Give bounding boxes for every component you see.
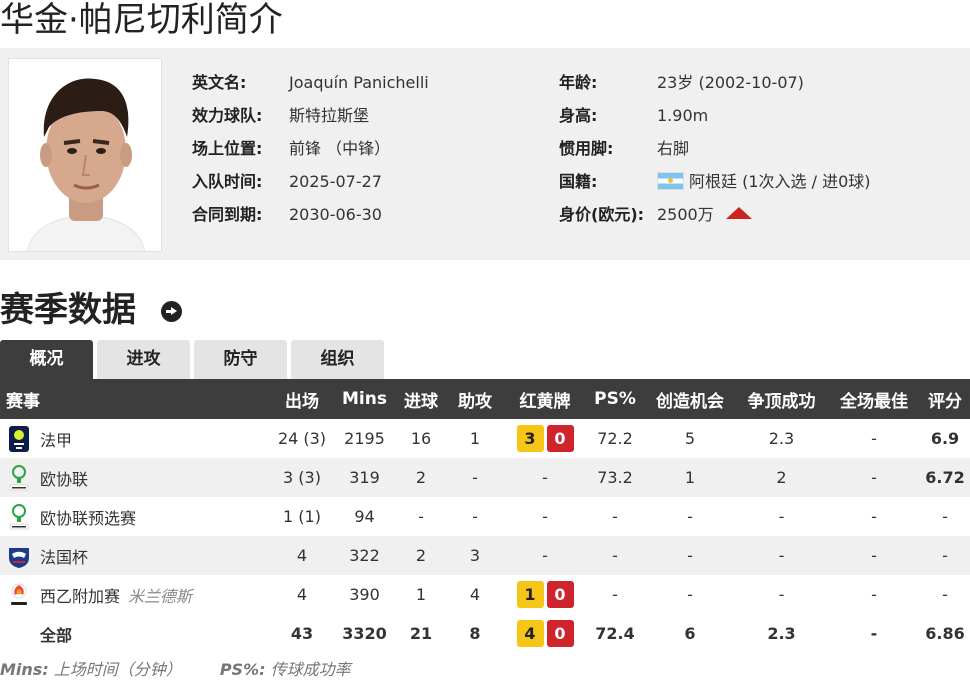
competition-link[interactable]: 欧协联	[40, 470, 88, 489]
col-header-chances-created[interactable]: 创造机会	[645, 379, 735, 419]
table-row: 欧协联预选赛 1 (1) 94 - - - - - - - -	[0, 497, 970, 536]
argentina-flag-icon	[657, 172, 684, 190]
red-card-count: 0	[546, 581, 574, 608]
table-footnote: Mins: 上场时间（分钟） PS%: 传球成功率	[0, 660, 351, 679]
player-photo	[8, 58, 162, 252]
info-team: 效力球队: 斯特拉斯堡	[192, 105, 370, 127]
info-english-name: 英文名: Joaquín Panichelli	[192, 73, 429, 92]
col-header-rating[interactable]: 评分	[920, 379, 970, 419]
arrow-right-circle-icon[interactable]	[161, 301, 182, 322]
table-header-row: 赛事 出场 Mins 进球 助攻 红黄牌 PS% 创造机会 争顶成功 全场最佳 …	[0, 379, 970, 419]
col-header-goals[interactable]: 进球	[397, 379, 445, 419]
laliga-logo-icon	[11, 583, 27, 605]
coupe-de-france-logo-icon	[9, 547, 29, 568]
nationality-link[interactable]: 阿根廷 (1次入选 / 进0球)	[689, 171, 871, 193]
ligue1-logo-icon	[9, 425, 29, 452]
info-height: 身高: 1.90m	[559, 106, 709, 125]
table-row: 欧协联 3 (3) 319 2 - - 73.2 1 2 - 6.72	[0, 458, 970, 497]
competition-link[interactable]: 欧协联预选赛	[40, 509, 136, 528]
tab-defense[interactable]: 防守	[194, 340, 287, 379]
info-preferred-foot: 惯用脚: 右脚	[559, 139, 690, 158]
tab-overview[interactable]: 概况	[0, 340, 93, 379]
col-header-assists[interactable]: 助攻	[445, 379, 505, 419]
rating-value: 6.86	[925, 624, 965, 643]
season-stats-table: 赛事 出场 Mins 进球 助攻 红黄牌 PS% 创造机会 争顶成功 全场最佳 …	[0, 379, 970, 653]
yellow-card-count: 3	[516, 425, 544, 452]
up-arrow-icon	[725, 207, 752, 219]
table-total-row: 全部 43 3320 21 8 40 72.4 6 2.3 - 6.86	[0, 614, 970, 653]
col-header-pass-success[interactable]: PS%	[585, 379, 645, 419]
col-header-apps[interactable]: 出场	[272, 379, 332, 419]
info-position: 场上位置: 前锋 （中锋）	[192, 139, 391, 158]
col-header-competition[interactable]: 赛事	[0, 379, 272, 419]
europa-conference-logo-icon	[9, 503, 29, 529]
competition-link[interactable]: 西乙附加赛	[40, 587, 120, 606]
competition-link[interactable]: 法甲	[40, 431, 72, 450]
col-header-cards[interactable]: 红黄牌	[505, 379, 585, 419]
europa-conference-logo-icon	[9, 464, 29, 490]
table-row: 法国杯 4 322 2 3 - - - - - -	[0, 536, 970, 575]
yellow-card-count: 4	[516, 620, 544, 647]
section-title: 赛季数据	[0, 290, 136, 330]
tab-organization[interactable]: 组织	[291, 340, 384, 379]
rating-value: 6.9	[930, 429, 960, 448]
info-market-value: 身价(欧元): 2500万	[559, 204, 752, 226]
player-profile-card: 英文名: Joaquín Panichelli 效力球队: 斯特拉斯堡 场上位置: 前…	[0, 48, 970, 260]
info-nationality: 国籍: 阿根廷 (1次入选 / 进0球)	[559, 171, 871, 193]
red-card-count: 0	[546, 620, 574, 647]
red-card-count: 0	[546, 425, 574, 452]
tab-attack[interactable]: 进攻	[97, 340, 190, 379]
col-header-motm[interactable]: 全场最佳	[828, 379, 920, 419]
loan-club-note[interactable]: 米兰德斯	[128, 587, 192, 606]
rating-value: 6.72	[920, 458, 970, 497]
col-header-mins[interactable]: Mins	[332, 379, 397, 419]
competition-link[interactable]: 法国杯	[40, 548, 88, 567]
col-header-aerials-won[interactable]: 争顶成功	[735, 379, 828, 419]
page-title: 华金·帕尼切利简介	[0, 0, 283, 40]
team-link[interactable]: 斯特拉斯堡	[289, 105, 369, 127]
table-row: 法甲 24 (3) 2195 16 1 30 72.2 5 2.3 - 6.9	[0, 419, 970, 458]
info-join-date: 入队时间: 2025-07-27	[192, 172, 382, 191]
info-contract-expiry: 合同到期: 2030-06-30	[192, 205, 382, 224]
table-row: 西乙附加赛 米兰德斯 4 390 1 4 10 - - - - -	[0, 575, 970, 614]
yellow-card-count: 1	[516, 581, 544, 608]
info-age: 年龄: 23岁 (2002-10-07)	[559, 73, 804, 92]
